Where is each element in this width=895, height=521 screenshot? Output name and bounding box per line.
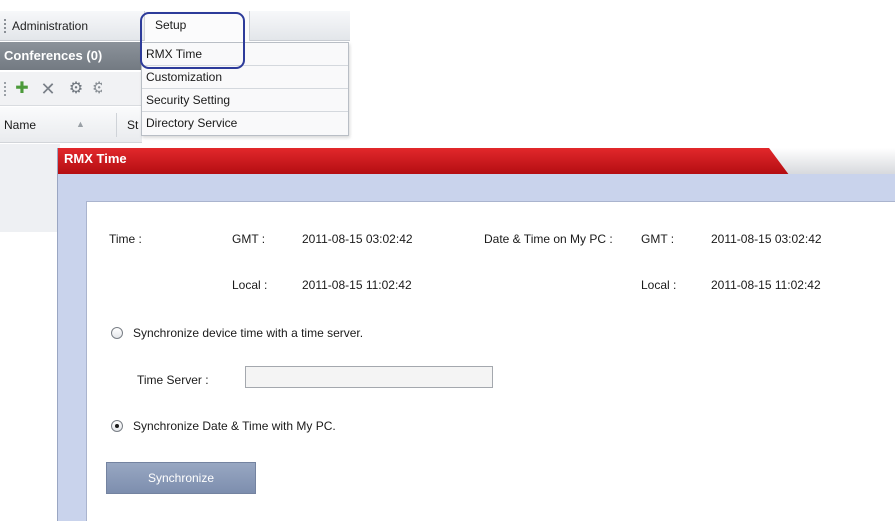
local-value: 2011-08-15 11:02:42 (302, 278, 412, 292)
conferences-header: Conferences (0) (0, 42, 142, 70)
sort-ascending-icon: ▲ (76, 119, 85, 129)
setup-dropdown-menu: RMX Time Customization Security Setting … (141, 42, 349, 136)
time-server-option-label[interactable]: Synchronize device time with a time serv… (133, 326, 363, 340)
dialog-title-bar: RMX Time (58, 148, 895, 174)
menu-administration[interactable]: Administration (12, 11, 88, 41)
time-server-input[interactable] (245, 366, 493, 388)
time-server-radio[interactable] (111, 327, 123, 339)
menu-item-rmx-time[interactable]: RMX Time (142, 43, 348, 66)
local-label: Local : (232, 278, 268, 292)
my-pc-option-label[interactable]: Synchronize Date & Time with My PC. (133, 419, 336, 433)
column-status[interactable]: St (127, 118, 138, 132)
menu-item-directory-service[interactable]: Directory Service (142, 112, 348, 135)
more-tools-icon[interactable]: ⚙ (92, 79, 102, 99)
column-divider[interactable] (116, 113, 117, 137)
conferences-grid-body (0, 144, 60, 232)
column-name[interactable]: Name (4, 118, 36, 132)
pc-datetime-label: Date & Time on My PC : (484, 232, 613, 246)
time-label: Time : (109, 232, 142, 246)
pc-local-label: Local : (641, 278, 677, 292)
dialog-title: RMX Time (64, 151, 127, 166)
pc-local-value: 2011-08-15 11:02:42 (711, 278, 821, 292)
new-conference-icon[interactable]: ✚ (12, 79, 32, 99)
mcu-icon[interactable]: ⚙ (66, 79, 86, 99)
pc-gmt-label: GMT : (641, 232, 675, 246)
gmt-label: GMT : (232, 232, 266, 246)
toolbar-grip-handle (4, 82, 6, 96)
main-menu-bar: Administration Setup (0, 11, 350, 41)
my-pc-radio[interactable] (111, 420, 123, 432)
menu-grip-handle (4, 19, 6, 33)
menu-item-customization[interactable]: Customization (142, 66, 348, 89)
time-server-label: Time Server : (137, 373, 209, 387)
conferences-toolbar: ✚ ✕ ⚙ ⚙ (0, 72, 142, 106)
gmt-value: 2011-08-15 03:02:42 (302, 232, 413, 246)
synchronize-button[interactable]: Synchronize (106, 462, 256, 494)
menu-setup[interactable]: Setup (144, 11, 250, 41)
pc-gmt-value: 2011-08-15 03:02:42 (711, 232, 822, 246)
dialog-content-panel: Time : GMT : 2011-08-15 03:02:42 Date & … (86, 201, 895, 521)
menu-item-security-setting[interactable]: Security Setting (142, 89, 348, 112)
conferences-grid-header: Name ▲ St (0, 107, 142, 143)
rmx-time-dialog: RMX Time Time : GMT : 2011-08-15 03:02:4… (57, 148, 895, 521)
delete-icon[interactable]: ✕ (38, 79, 58, 99)
dialog-tab-decoration (769, 148, 895, 174)
